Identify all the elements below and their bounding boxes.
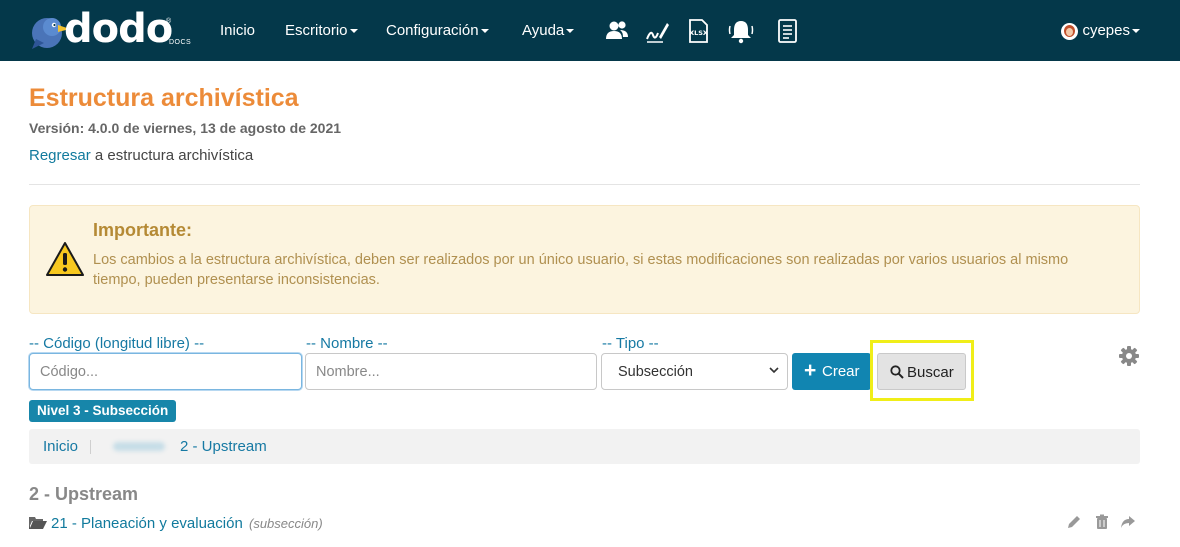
page-title: Estructura archivística bbox=[29, 84, 299, 112]
plus-icon: + bbox=[804, 359, 817, 382]
users-icon[interactable] bbox=[603, 17, 631, 45]
alert-message: Los cambios a la estructura archivística… bbox=[93, 252, 1069, 288]
search-button-label: Buscar bbox=[907, 364, 954, 381]
dodo-logo[interactable]: dodo ® DOCS bbox=[28, 6, 193, 54]
type-select[interactable]: Subsección bbox=[601, 353, 788, 390]
code-input[interactable] bbox=[29, 353, 302, 390]
caret-down-icon bbox=[566, 29, 575, 34]
navbar: dodo ® DOCS Inicio Escritorio Configurac… bbox=[0, 0, 1180, 61]
version-text: Versión: 4.0.0 de viernes, 13 de agosto … bbox=[29, 120, 342, 136]
xlsx-icon[interactable]: XLSX bbox=[684, 17, 712, 45]
breadcrumb-current[interactable]: 2 - Upstream bbox=[180, 438, 267, 455]
chevron-down-icon bbox=[769, 367, 779, 374]
nav-item-configuracion[interactable]: Configuración bbox=[386, 22, 489, 39]
edit-icon[interactable] bbox=[1066, 514, 1082, 530]
nav-item-escritorio[interactable]: Escritorio bbox=[285, 22, 358, 39]
alert-title: Importante: bbox=[93, 220, 192, 240]
breadcrumb-separator bbox=[90, 440, 91, 454]
folder-open-icon bbox=[29, 517, 47, 529]
type-select-value: Subsección bbox=[618, 364, 693, 380]
level-badge: Nivel 3 - Subsección bbox=[29, 400, 177, 422]
logo-subtitle: DOCS bbox=[169, 39, 192, 46]
create-button[interactable]: + Crear bbox=[792, 353, 871, 390]
gear-icon[interactable] bbox=[1119, 346, 1139, 366]
breadcrumb-home[interactable]: Inicio bbox=[43, 438, 78, 455]
bell-icon[interactable] bbox=[727, 17, 755, 45]
important-alert: Importante: Los cambios a la estructura … bbox=[29, 205, 1140, 314]
caret-down-icon bbox=[480, 29, 489, 34]
caret-down-icon bbox=[1132, 29, 1140, 34]
user-name: cyepes bbox=[1082, 22, 1130, 39]
section-title: 2 - Upstream bbox=[29, 484, 139, 504]
nav-item-inicio[interactable]: Inicio bbox=[220, 22, 255, 39]
list-item-name[interactable]: 21 - Planeación y evaluación bbox=[51, 515, 243, 532]
warning-icon bbox=[46, 242, 84, 276]
list-item: 21 - Planeación y evaluación (subsección… bbox=[29, 514, 1140, 536]
document-list-icon[interactable] bbox=[774, 17, 802, 45]
breadcrumb-redacted-item bbox=[113, 442, 165, 451]
back-line: Regresar a estructura archivística bbox=[29, 147, 253, 164]
breadcrumb: Inicio 2 - Upstream bbox=[29, 429, 1140, 464]
logo-text: dodo bbox=[64, 6, 173, 52]
avatar bbox=[1061, 22, 1079, 40]
caret-down-icon bbox=[349, 29, 358, 34]
trash-icon[interactable] bbox=[1094, 514, 1110, 530]
name-input[interactable] bbox=[305, 353, 597, 390]
create-button-label: Crear bbox=[822, 363, 860, 380]
back-suffix: a estructura archivística bbox=[90, 147, 254, 164]
divider bbox=[29, 184, 1140, 185]
name-label: -- Nombre -- bbox=[306, 335, 388, 352]
list-item-type: (subsección) bbox=[249, 516, 323, 531]
back-link[interactable]: Regresar bbox=[29, 147, 91, 164]
nav-item-ayuda[interactable]: Ayuda bbox=[522, 22, 575, 39]
signature-icon[interactable] bbox=[643, 17, 671, 45]
search-button[interactable]: Buscar bbox=[877, 353, 966, 390]
share-arrow-icon[interactable] bbox=[1120, 514, 1136, 530]
code-label: -- Código (longitud libre) -- bbox=[29, 335, 205, 352]
logo-registered-mark: ® bbox=[166, 18, 172, 25]
user-menu[interactable]: cyepes bbox=[1061, 22, 1140, 40]
type-label: -- Tipo -- bbox=[602, 335, 659, 352]
search-icon bbox=[890, 365, 904, 379]
svg-text:XLSX: XLSX bbox=[689, 29, 708, 37]
